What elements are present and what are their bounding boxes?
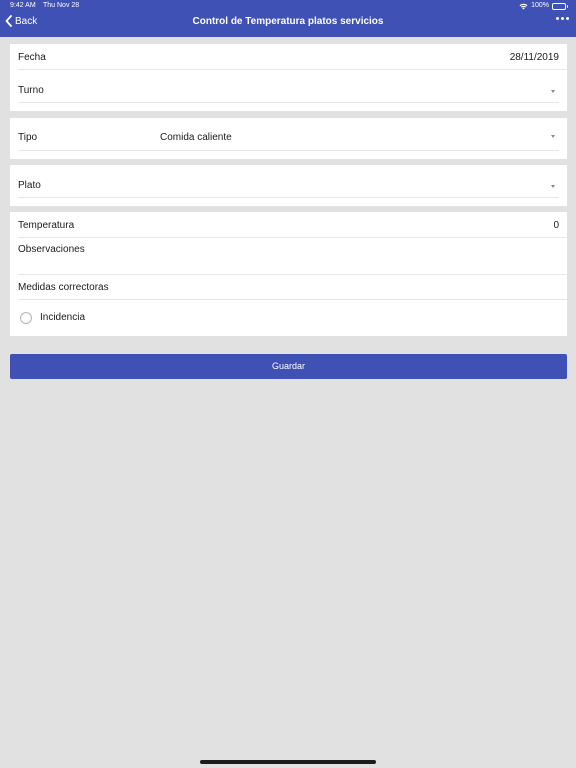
plato-label: Plato: [18, 180, 41, 191]
fecha-field[interactable]: Fecha 28/11/2019: [18, 52, 559, 66]
save-button[interactable]: Guardar: [10, 354, 567, 379]
wifi-icon: [519, 3, 528, 9]
chevron-down-icon: [551, 135, 555, 138]
home-indicator: [200, 760, 376, 764]
temperatura-value: 0: [553, 220, 559, 231]
status-time: 9:42 AM: [10, 2, 36, 9]
divider: [18, 69, 567, 70]
card-fecha-turno: Fecha 28/11/2019 Turno: [10, 44, 567, 111]
divider: [18, 150, 559, 151]
medidas-correctoras-label: Medidas correctoras: [18, 282, 109, 293]
incidencia-option[interactable]: Incidencia: [40, 312, 559, 326]
status-right: 100%: [519, 0, 568, 12]
status-date: Thu Nov 28: [43, 2, 80, 9]
battery-percent: 100%: [531, 2, 549, 9]
divider: [18, 102, 559, 103]
fecha-value: 28/11/2019: [509, 52, 559, 63]
turno-select[interactable]: Turno: [18, 85, 559, 99]
temperatura-field[interactable]: Temperatura 0: [18, 220, 559, 234]
divider: [18, 299, 567, 300]
plato-select[interactable]: Plato: [18, 180, 559, 194]
battery-icon: [552, 2, 568, 10]
medidas-correctoras-field[interactable]: Medidas correctoras: [18, 282, 559, 296]
divider: [18, 197, 559, 198]
chevron-down-icon: [551, 185, 555, 188]
tipo-value: Comida caliente: [160, 132, 232, 143]
card-plato: Plato: [10, 165, 567, 206]
fecha-label: Fecha: [18, 52, 46, 63]
page-title: Control de Temperatura platos servicios: [192, 16, 384, 27]
turno-label: Turno: [18, 85, 44, 96]
temperatura-label: Temperatura: [18, 220, 75, 231]
top-bar: 9:42 AM Thu Nov 28 100% Back Control de …: [0, 0, 576, 37]
observaciones-label: Observaciones: [18, 244, 85, 255]
card-details: Temperatura 0 Observaciones Medidas corr…: [10, 212, 567, 336]
tipo-select[interactable]: Tipo Comida caliente: [18, 132, 559, 146]
status-bar: 9:42 AM Thu Nov 28 100%: [0, 0, 576, 12]
incidencia-radio[interactable]: [20, 312, 32, 324]
card-tipo: Tipo Comida caliente: [10, 118, 567, 159]
observaciones-field[interactable]: Observaciones: [18, 244, 559, 272]
more-icon[interactable]: [556, 17, 569, 20]
tipo-label: Tipo: [18, 132, 38, 143]
nav-bar: Back Control de Temperatura platos servi…: [0, 12, 576, 37]
divider: [18, 274, 567, 275]
divider: [18, 237, 567, 238]
incidencia-label: Incidencia: [40, 312, 86, 323]
chevron-down-icon: [551, 90, 555, 93]
